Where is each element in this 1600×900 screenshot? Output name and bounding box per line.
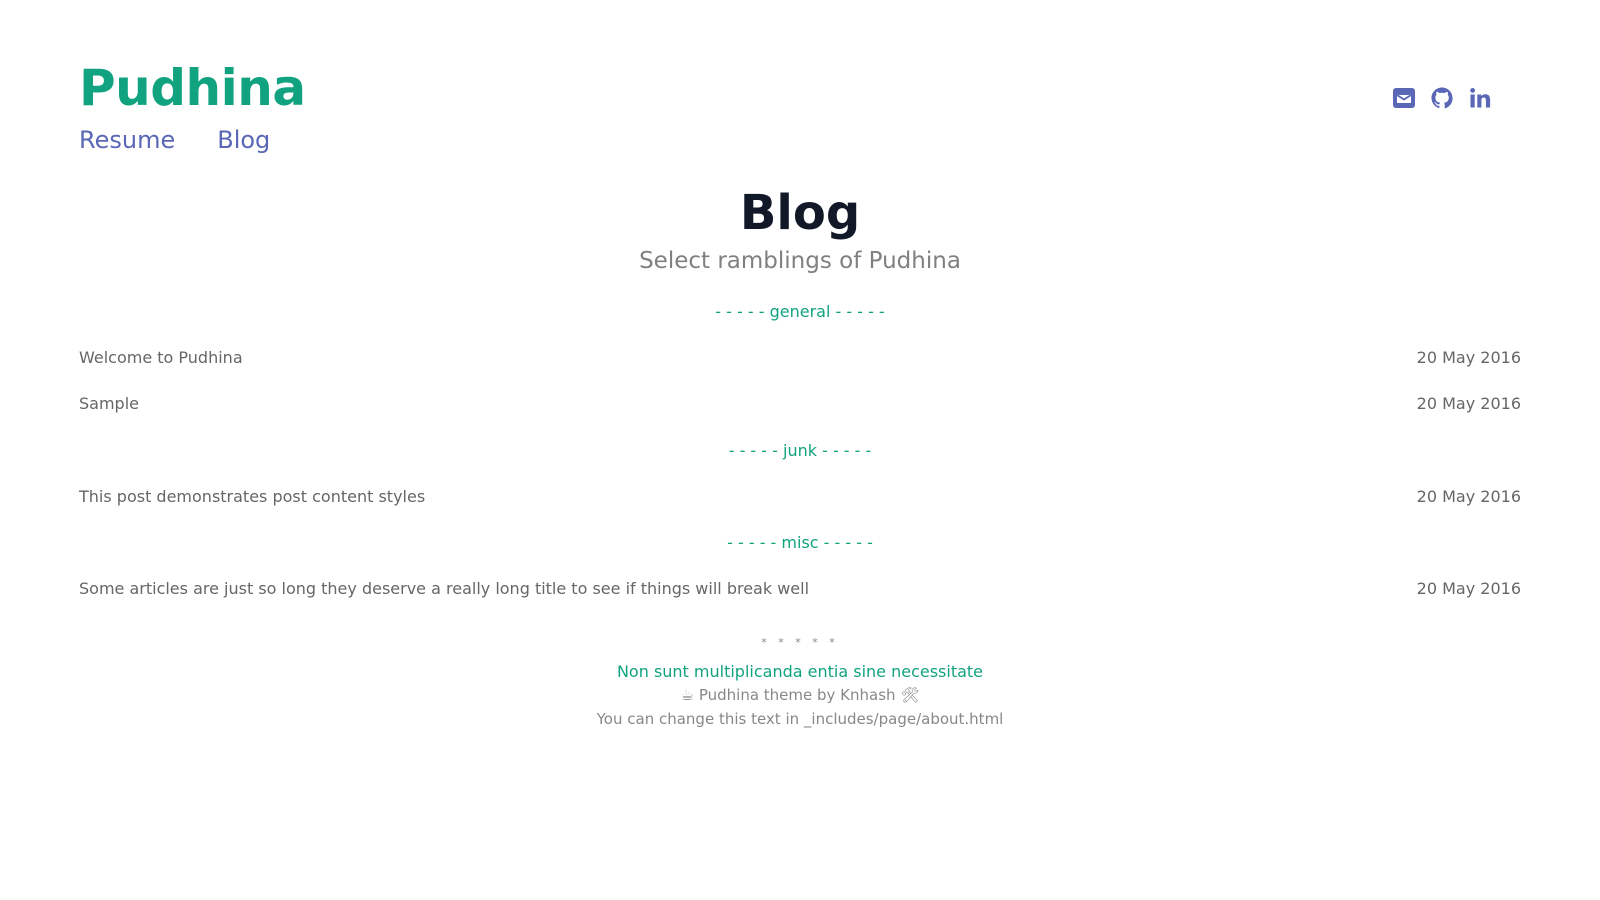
- post-date: 20 May 2016: [1416, 487, 1521, 506]
- page: Pudhina Resume Blog Blog Select rambling…: [0, 0, 1600, 900]
- envelope-icon[interactable]: [1392, 86, 1416, 110]
- post-title-link[interactable]: Some articles are just so long they dese…: [79, 579, 809, 598]
- site-nav: Resume Blog: [79, 126, 270, 155]
- post-date: 20 May 2016: [1416, 579, 1521, 598]
- footer-quote: Non sunt multiplicanda entia sine necess…: [616, 662, 984, 681]
- nav-link-blog[interactable]: Blog: [217, 126, 270, 155]
- post-date: 20 May 2016: [1416, 348, 1521, 367]
- category-junk: - - - - - junk - - - - -: [728, 441, 872, 460]
- category-general: - - - - - general - - - - -: [715, 302, 885, 321]
- social-links: [1392, 86, 1492, 110]
- list-item: This post demonstrates post content styl…: [79, 487, 1521, 506]
- post-title-link[interactable]: Welcome to Pudhina: [79, 348, 243, 367]
- footer-note: You can change this text in _includes/pa…: [596, 710, 1004, 728]
- list-item: Sample 20 May 2016: [79, 394, 1521, 413]
- post-title-link[interactable]: This post demonstrates post content styl…: [79, 487, 425, 506]
- github-icon[interactable]: [1430, 86, 1454, 110]
- category-misc: - - - - - misc - - - - -: [727, 533, 873, 552]
- footer-divider: * * * * *: [761, 636, 839, 649]
- page-subtitle: Select ramblings of Pudhina: [639, 248, 961, 274]
- footer-credit: ☕ Pudhina theme by Knhash 🛠: [680, 686, 920, 704]
- list-item: Some articles are just so long they dese…: [79, 579, 1521, 598]
- linkedin-icon[interactable]: [1468, 86, 1492, 110]
- nav-link-resume[interactable]: Resume: [79, 126, 175, 155]
- site-title[interactable]: Pudhina: [79, 58, 306, 118]
- page-title: Blog: [739, 185, 861, 241]
- post-title-link[interactable]: Sample: [79, 394, 139, 413]
- post-date: 20 May 2016: [1416, 394, 1521, 413]
- list-item: Welcome to Pudhina 20 May 2016: [79, 348, 1521, 367]
